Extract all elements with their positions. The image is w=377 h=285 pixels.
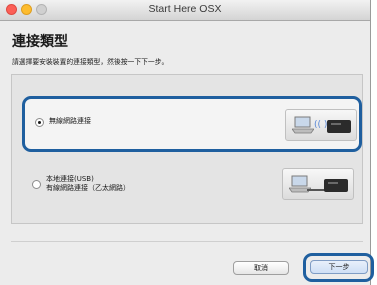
installer-window: Start Here OSX 連接類型 請選擇要安裝裝置的連接類型，然後按一下下… <box>0 0 374 285</box>
window-title: Start Here OSX <box>148 3 222 15</box>
instruction-text: 請選擇要安裝裝置的連接類型，然後按一下下一步。 <box>12 58 169 66</box>
divider <box>11 241 363 242</box>
laptop-wireless-printer-icon: (( )) <box>285 109 357 141</box>
printer-icon <box>327 120 351 133</box>
laptop-icon <box>292 116 314 134</box>
title-bar[interactable]: Start Here OSX <box>0 0 370 21</box>
option-wired-label: 本地連接(USB) 有線網路連接（乙太網路） <box>46 175 130 193</box>
option-wireless[interactable]: 無線網路連接 (( )) <box>22 96 362 152</box>
option-wireless-label: 無線網路連接 <box>49 117 91 126</box>
radio-wired[interactable] <box>32 180 41 189</box>
cable-icon <box>307 189 325 191</box>
printer-icon <box>324 179 348 192</box>
page-title: 連接類型 <box>12 34 68 50</box>
cancel-button[interactable]: 取消 <box>233 261 289 275</box>
option-wired-line-2: 有線網路連接（乙太網路） <box>46 184 130 192</box>
next-button[interactable]: 下一步 <box>310 260 368 274</box>
radio-wireless[interactable] <box>35 118 44 127</box>
option-wireless-line: 無線網路連接 <box>49 117 91 125</box>
option-wired[interactable]: 本地連接(USB) 有線網路連接（乙太網路） <box>22 155 362 211</box>
laptop-cable-printer-icon <box>282 168 354 200</box>
option-wired-line-1: 本地連接(USB) <box>46 175 94 183</box>
